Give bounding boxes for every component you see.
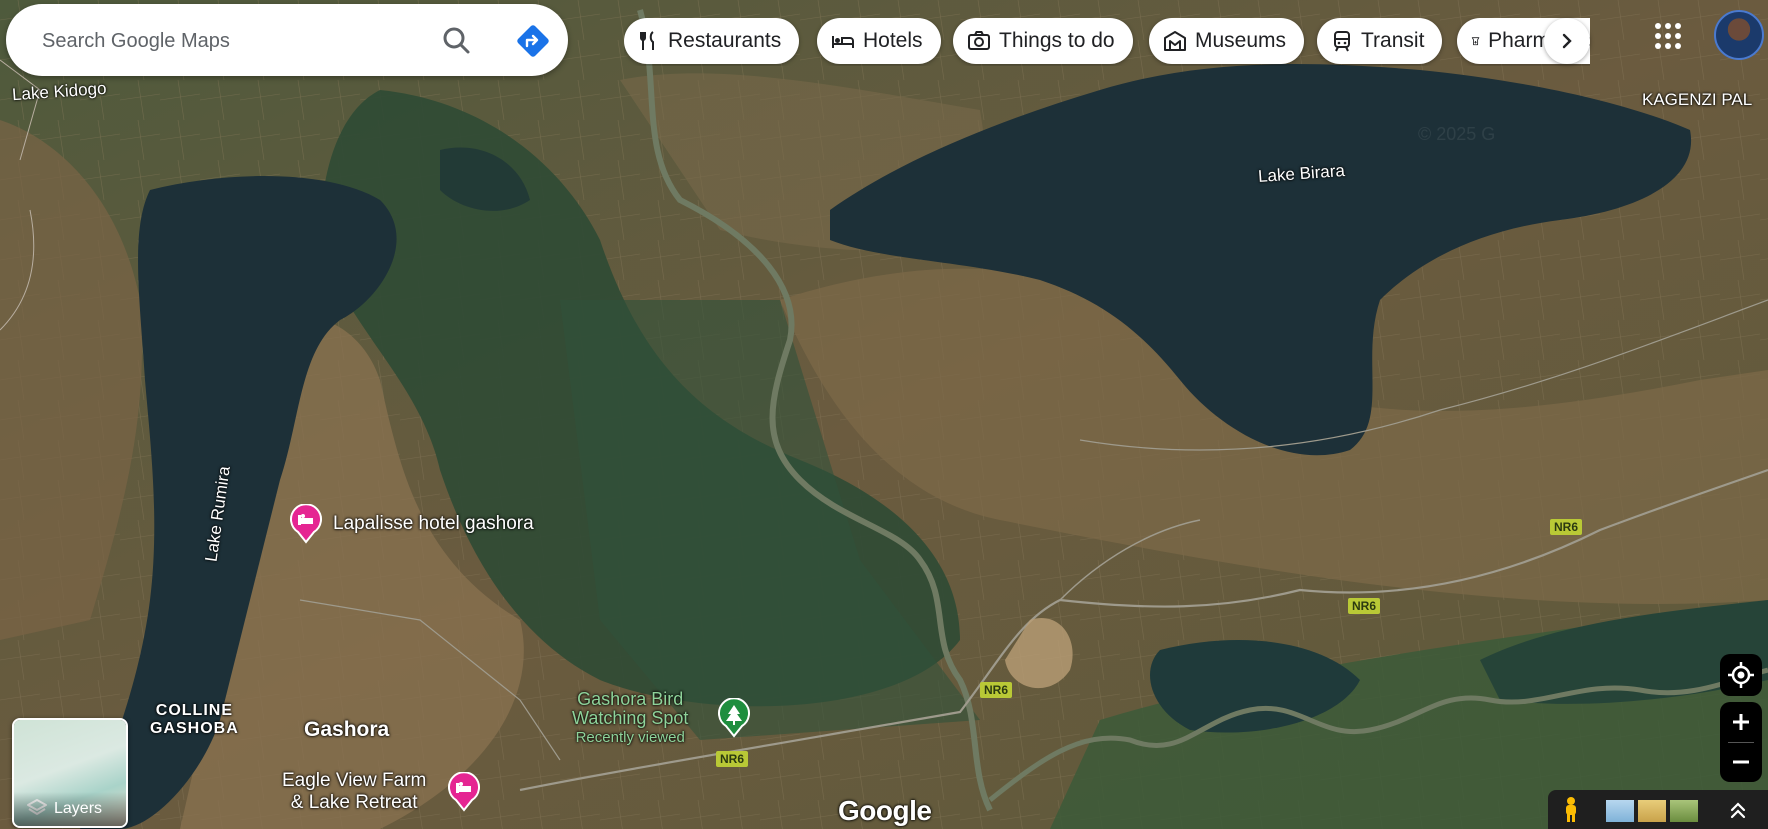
- account-avatar[interactable]: [1714, 10, 1764, 60]
- directions-button[interactable]: [512, 20, 554, 62]
- pegman-button[interactable]: [1556, 794, 1586, 824]
- label-colline-line2: GASHOBA: [150, 720, 239, 737]
- farm-line1: Eagle View Farm: [282, 770, 427, 791]
- chip-transit[interactable]: Transit: [1317, 18, 1443, 64]
- imagery-thumb-3[interactable]: [1670, 800, 1698, 822]
- tree-pin-icon: [718, 697, 750, 738]
- directions-icon: [517, 25, 549, 57]
- label-kagenzi: KAGENZI PAL: [1642, 90, 1753, 109]
- imagery-thumb-1[interactable]: [1606, 800, 1634, 822]
- google-apps-button[interactable]: [1650, 18, 1686, 54]
- expand-button[interactable]: [1724, 796, 1752, 824]
- chevron-right-icon: [1562, 33, 1572, 49]
- pegman-icon: [1566, 797, 1576, 822]
- poi-label-eagle-view[interactable]: Eagle View Farm & Lake Retreat: [282, 770, 426, 814]
- chips-next-button[interactable]: [1544, 18, 1590, 64]
- plus-icon: [1733, 714, 1749, 730]
- bird-line1: Gashora Bird: [577, 689, 684, 709]
- poi-label-lapalisse[interactable]: Lapalisse hotel gashora: [333, 513, 534, 535]
- zoom-in-button[interactable]: [1720, 702, 1762, 742]
- museum-icon: [1164, 31, 1186, 51]
- chip-label: Things to do: [999, 29, 1115, 52]
- chip-hotels[interactable]: Hotels: [817, 18, 941, 64]
- minus-icon: [1733, 760, 1749, 764]
- zoom-controls: [1720, 702, 1762, 782]
- layers-button[interactable]: Layers: [12, 718, 128, 828]
- apps-grid-icon: [1655, 23, 1681, 49]
- chip-label: Transit: [1361, 29, 1425, 52]
- pharmacy-icon: [1471, 37, 1480, 46]
- search-icon: [443, 27, 470, 54]
- poi-eagle-view-farm[interactable]: [446, 771, 482, 817]
- bottom-toolbar: [1548, 790, 1768, 829]
- train-icon: [1334, 31, 1350, 52]
- road-shield: NR6: [716, 751, 749, 767]
- imagery-thumb-2[interactable]: [1638, 800, 1666, 822]
- search-box: [6, 4, 568, 76]
- search-input[interactable]: [40, 20, 424, 62]
- poi-bird-spot[interactable]: [716, 697, 752, 743]
- bird-line2: Watching Spot: [572, 708, 689, 728]
- location-target-icon: [1728, 662, 1754, 688]
- my-location-button[interactable]: [1720, 654, 1762, 696]
- search-button[interactable]: [436, 20, 478, 62]
- hotel-pin-icon: [290, 503, 322, 544]
- chip-label: Museums: [1195, 29, 1287, 52]
- bed-icon: [832, 36, 854, 48]
- hotel-pin-icon: [448, 771, 480, 812]
- poi-label-bird-spot[interactable]: Gashora Bird Watching Spot Recently view…: [572, 690, 688, 747]
- fork-knife-icon: [640, 31, 654, 50]
- chip-restaurants[interactable]: Restaurants: [624, 18, 800, 64]
- label-colline-line1: COLLINE: [155, 702, 233, 719]
- label-colline-gashoba: COLLINE GASHOBA: [150, 702, 239, 738]
- double-chevron-up-icon: [1730, 802, 1746, 819]
- road-shield: NR6: [1348, 598, 1381, 614]
- road-shield: NR6: [1550, 519, 1583, 535]
- bird-recently-viewed: Recently viewed: [575, 729, 685, 746]
- zoom-out-button[interactable]: [1720, 742, 1762, 782]
- layers-label: Layers: [14, 792, 126, 826]
- poi-hotel-lapalisse[interactable]: [288, 503, 324, 549]
- chip-museums[interactable]: Museums: [1149, 18, 1305, 64]
- chip-label: Restaurants: [668, 29, 782, 52]
- camera-icon: [968, 31, 990, 50]
- category-chips: Restaurants Hotels Things to do Museums …: [624, 18, 1590, 66]
- farm-line2: & Lake Retreat: [290, 792, 418, 813]
- chip-things-to-do[interactable]: Things to do: [953, 18, 1133, 64]
- chip-label: Hotels: [863, 29, 923, 52]
- satellite-map[interactable]: [0, 0, 1768, 829]
- map-watermark: © 2025 G: [1418, 124, 1496, 144]
- road-shield: NR6: [980, 682, 1013, 698]
- label-gashora: Gashora: [304, 718, 390, 741]
- google-logo: Google: [838, 795, 932, 826]
